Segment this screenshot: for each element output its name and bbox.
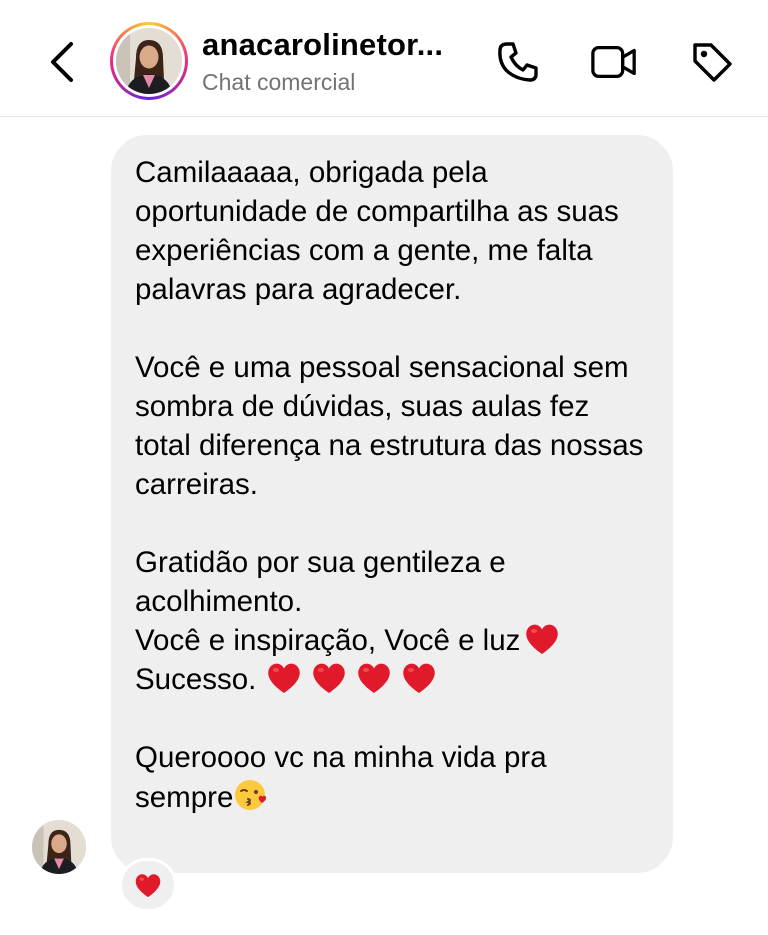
phone-icon <box>498 42 538 82</box>
red-heart-icon <box>135 873 161 897</box>
person-photo-icon <box>32 820 86 874</box>
red-heart-icon <box>311 662 347 694</box>
chevron-left-icon <box>51 42 73 82</box>
message-paragraph-4-text: Queroooo vc na minha vida pra sempre <box>135 741 547 814</box>
message-line-4-text: Você e inspiração, Você e luz <box>135 624 521 657</box>
tag-button[interactable] <box>688 38 736 86</box>
message-paragraph-1: Camilaaaaa, obrigada pela oportunidade d… <box>135 156 619 306</box>
video-camera-icon <box>591 45 636 79</box>
chat-title-block[interactable]: anacarolinetor... Chat comercial <box>202 26 472 97</box>
profile-avatar[interactable] <box>110 22 188 100</box>
red-heart-icon <box>356 662 392 694</box>
username: anacarolinetor... <box>202 27 444 62</box>
video-call-button[interactable] <box>590 38 638 86</box>
avatar-photo <box>116 28 182 94</box>
message-paragraph-3: Gratidão por sua gentileza e acolhimento… <box>135 546 506 618</box>
message-line-sucesso: Sucesso. <box>135 660 651 699</box>
back-button[interactable] <box>36 36 88 88</box>
call-button[interactable] <box>494 38 542 86</box>
chat-subtitle: Chat comercial <box>202 69 356 95</box>
sender-avatar[interactable] <box>32 820 86 874</box>
person-photo-icon <box>116 28 182 94</box>
red-heart-icon <box>401 662 437 694</box>
message-line-5-text: Sucesso. <box>135 663 257 696</box>
message-paragraph-2: Você e uma pessoal sensacional sem sombr… <box>135 351 644 501</box>
tag-icon <box>693 43 732 82</box>
message-bubble[interactable]: Camilaaaaa, obrigada pela oportunidade d… <box>111 135 673 873</box>
message-line-inspiracao: Você e inspiração, Você e luz <box>135 621 651 660</box>
red-heart-icon <box>266 662 302 694</box>
kiss-face-icon <box>233 777 269 813</box>
chat-header: anacarolinetor... Chat comercial <box>0 0 768 117</box>
red-heart-icon <box>524 623 560 655</box>
message-reaction[interactable] <box>119 858 177 912</box>
message-paragraph-4: Queroooo vc na minha vida pra sempre <box>135 738 651 817</box>
